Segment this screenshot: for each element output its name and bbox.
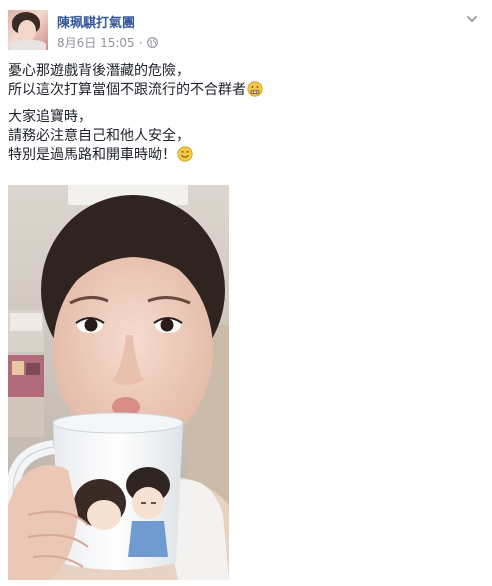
author-name-link[interactable]: 陳珮騏打氣團 [57,12,135,31]
post-timestamp[interactable]: 8月6日 15:05 [57,34,135,51]
avatar-shirt [10,40,46,50]
message-line: 憂心那遊戲背後潛藏的危險， [8,63,190,79]
facebook-post: 陳珮騏打氣團 8月6日 15:05 · 憂心那遊戲背後潛藏的危險， 所以這次打算… [0,0,492,586]
avatar[interactable] [8,10,48,50]
chevron-down-icon[interactable] [466,14,478,24]
message-line: 請務必注意自己和他人安全， [8,128,190,144]
message-paragraph-1: 憂心那遊戲背後潛藏的危險， 所以這次打算當個不跟流行的不合群者 [8,62,478,100]
globe-icon[interactable] [146,37,158,48]
message-line-with-emoji: 特別是過馬路和開車時呦！ [8,146,478,165]
message-line-text: 所以這次打算當個不跟流行的不合群者 [8,82,246,98]
message-paragraph-2: 大家追寶時， 請務必注意自己和他人安全， 特別是過馬路和開車時呦！ [8,108,478,165]
message-line-text: 特別是過馬路和開車時呦！ [8,147,176,163]
post-date: 8月6日 [57,36,97,50]
message-line: 大家追寶時， [8,109,92,125]
post-photo[interactable] [8,185,229,580]
post-time: 15:05 [100,36,135,50]
avatar-face [18,20,36,42]
message-line-with-emoji: 所以這次打算當個不跟流行的不合群者 [8,81,478,100]
selfie-with-mug-photo [8,185,229,580]
grimace-emoji-icon [247,81,263,97]
post-meta: 8月6日 15:05 · [57,34,158,51]
smile-emoji-icon [177,146,193,162]
post-message: 憂心那遊戲背後潛藏的危險， 所以這次打算當個不跟流行的不合群者 大家追寶時， 請… [8,62,478,173]
meta-separator: · [138,35,143,50]
